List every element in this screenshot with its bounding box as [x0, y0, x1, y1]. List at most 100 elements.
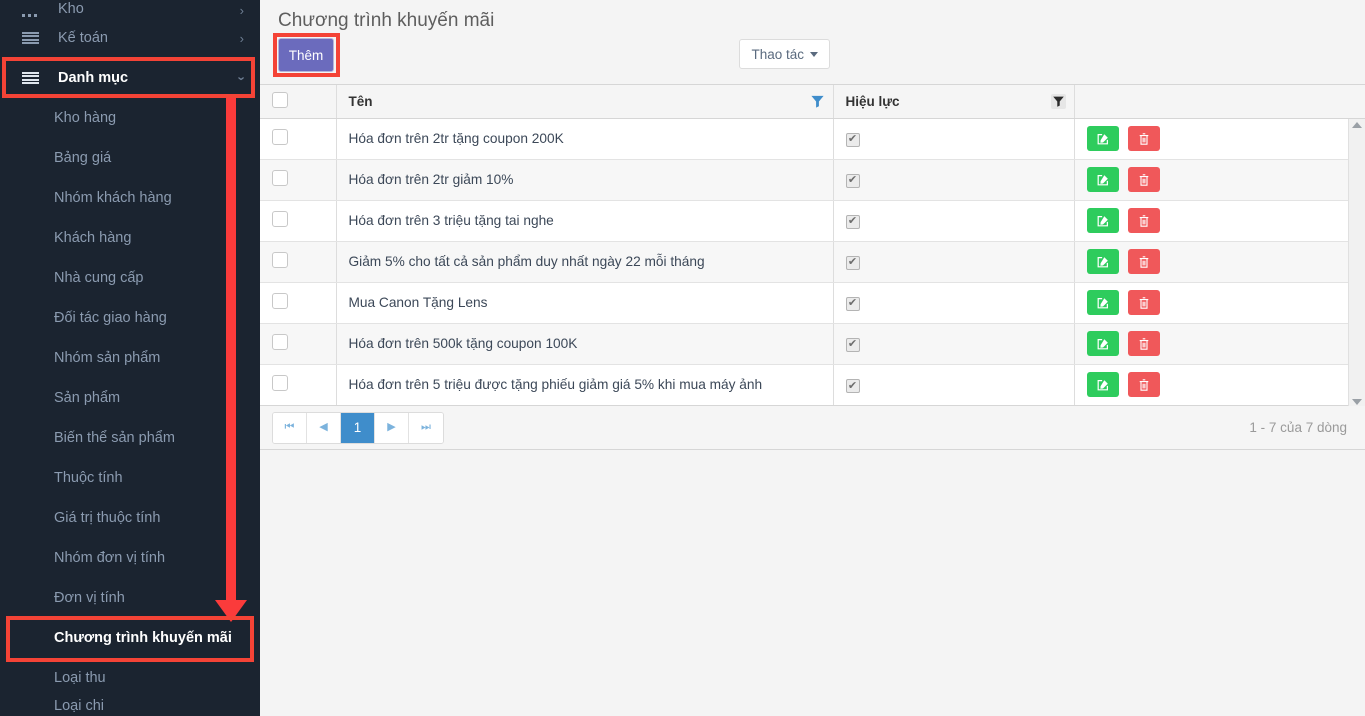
- sidebar-item-label: Danh mục: [58, 70, 129, 86]
- pagination: ⏮ ◀ 1 ▶ ⏭: [272, 411, 444, 444]
- effective-checkbox: ✔: [845, 173, 860, 188]
- row-name-cell: Mua Canon Tặng Lens: [336, 282, 834, 324]
- page-next-button[interactable]: ▶: [375, 412, 409, 443]
- list-icon: [22, 31, 39, 45]
- sidebar-item-kho-hang[interactable]: Kho hàng: [0, 98, 260, 138]
- trash-icon[interactable]: [1128, 126, 1161, 151]
- sidebar-item-gia-tri-thuoc-tinh[interactable]: Giá trị thuộc tính: [0, 498, 260, 538]
- page-prev-button[interactable]: ◀: [307, 412, 341, 443]
- table-row[interactable]: Mua Canon Tặng Lens ✔: [260, 282, 1365, 324]
- row-select-cell: [260, 241, 337, 283]
- sidebar-item-loai-thu[interactable]: Loại thu: [0, 658, 260, 698]
- sidebar-item-doi-tac-giao-hang[interactable]: Đối tác giao hàng: [0, 298, 260, 338]
- row-checkbox[interactable]: [272, 170, 288, 186]
- trash-icon[interactable]: [1128, 372, 1161, 398]
- header-select-all-cell: [260, 85, 337, 119]
- effective-checkbox: ✔: [845, 296, 860, 311]
- grid-vertical-scrollbar[interactable]: [1348, 119, 1365, 408]
- trash-icon[interactable]: [1128, 290, 1161, 315]
- grid-table: Tên Hiệu lực Hóa đơn trên 2tr tặng coupo…: [260, 85, 1365, 405]
- sidebar-item-thuoc-tinh[interactable]: Thuộc tính: [0, 458, 260, 498]
- sidebar-item-bang-gia[interactable]: Bảng giá: [0, 138, 260, 178]
- row-checkbox[interactable]: [272, 334, 288, 350]
- edit-pencil-square-icon[interactable]: [1086, 167, 1119, 192]
- row-name-cell: Hóa đơn trên 3 triệu tặng tai nghe: [336, 200, 834, 242]
- page-number-button[interactable]: 1: [341, 412, 375, 443]
- pagination-bar: ⏮ ◀ 1 ▶ ⏭ 1 - 7 của 7 dòng: [260, 406, 1365, 450]
- sidebar-item-nhom-san-pham[interactable]: Nhóm sản phẩm: [0, 338, 260, 378]
- sidebar-item-nha-cung-cap[interactable]: Nhà cung cấp: [0, 258, 260, 298]
- table-row[interactable]: Hóa đơn trên 500k tặng coupon 100K ✔: [260, 323, 1365, 365]
- effective-checkbox: ✔: [845, 337, 860, 352]
- row-actions-cell: [1074, 323, 1365, 365]
- trash-icon[interactable]: [1128, 331, 1161, 356]
- sidebar-item-chuong-trinh-khuyen-mai[interactable]: Chương trình khuyến mãi: [0, 618, 260, 658]
- sidebar-item-label: Bảng giá: [54, 150, 112, 166]
- table-row[interactable]: Giảm 5% cho tất cả sản phẩm duy nhất ngà…: [260, 241, 1365, 283]
- row-name-cell: Hóa đơn trên 2tr tặng coupon 200K: [336, 118, 834, 160]
- sidebar-item-nhom-don-vi-tinh[interactable]: Nhóm đơn vị tính: [0, 538, 260, 578]
- trash-icon[interactable]: [1128, 167, 1161, 192]
- row-effective-cell: ✔: [833, 364, 1075, 405]
- page-first-icon: ⏮: [284, 421, 295, 433]
- edit-pencil-square-icon[interactable]: [1086, 372, 1119, 398]
- sidebar-item-san-pham[interactable]: Sản phẩm: [0, 378, 260, 418]
- edit-pencil-square-icon[interactable]: [1086, 249, 1119, 274]
- row-checkbox[interactable]: [272, 211, 288, 227]
- sidebar-item-label: Loại chi: [54, 698, 104, 714]
- row-checkbox[interactable]: [272, 129, 288, 145]
- actions-dropdown-label: Thao tác: [751, 46, 804, 62]
- edit-pencil-square-icon[interactable]: [1086, 208, 1119, 233]
- table-row[interactable]: Hóa đơn trên 2tr tặng coupon 200K ✔: [260, 118, 1365, 160]
- row-name-cell: Hóa đơn trên 2tr giảm 10%: [336, 159, 834, 201]
- table-row[interactable]: Hóa đơn trên 5 triệu được tặng phiếu giả…: [260, 364, 1365, 405]
- table-row[interactable]: Hóa đơn trên 3 triệu tặng tai nghe ✔: [260, 200, 1365, 242]
- page-last-button[interactable]: ⏭: [409, 412, 443, 443]
- row-effective-cell: ✔: [833, 200, 1075, 242]
- edit-pencil-square-icon[interactable]: [1086, 126, 1119, 151]
- page-title: Chương trình khuyến mãi: [278, 10, 495, 31]
- sidebar-item-kho[interactable]: Kho ›: [0, 0, 260, 18]
- page-next-icon: ▶: [387, 421, 396, 433]
- sidebar-item-loai-chi[interactable]: Loại chi: [0, 698, 260, 714]
- trash-icon[interactable]: [1128, 249, 1161, 274]
- trash-icon[interactable]: [1128, 208, 1161, 233]
- sidebar-item-nhom-khach-hang[interactable]: Nhóm khách hàng: [0, 178, 260, 218]
- row-select-cell: [260, 323, 337, 365]
- page-prev-icon: ◀: [319, 421, 328, 433]
- row-select-cell: [260, 282, 337, 324]
- row-checkbox[interactable]: [272, 252, 288, 268]
- row-actions-cell: [1074, 364, 1365, 405]
- sidebar-item-khach-hang[interactable]: Khách hàng: [0, 218, 260, 258]
- row-actions-cell: [1074, 282, 1365, 324]
- row-effective-cell: ✔: [833, 323, 1075, 365]
- sidebar-item-danh-muc[interactable]: Danh mục ›: [0, 58, 260, 98]
- add-button[interactable]: Thêm: [278, 38, 334, 72]
- grid-header-row: Tên Hiệu lực: [260, 85, 1365, 119]
- column-header-label: Hiệu lực: [845, 93, 900, 109]
- scroll-down-arrow-icon[interactable]: [1352, 399, 1362, 405]
- page-first-button[interactable]: ⏮: [273, 412, 307, 443]
- select-all-checkbox[interactable]: [272, 91, 288, 108]
- table-row[interactable]: Hóa đơn trên 2tr giảm 10% ✔: [260, 159, 1365, 201]
- funnel-filter-icon[interactable]: [810, 94, 825, 109]
- sidebar-item-ke-toan[interactable]: Kế toán ›: [0, 18, 260, 58]
- toolbar: Thêm Thao tác: [260, 33, 1365, 84]
- funnel-filter-icon[interactable]: [1050, 94, 1066, 109]
- row-select-cell: [260, 364, 337, 405]
- header-effective-cell: Hiệu lực: [833, 85, 1075, 119]
- scroll-up-arrow-icon[interactable]: [1352, 122, 1362, 128]
- actions-dropdown-button[interactable]: Thao tác: [739, 39, 830, 69]
- sidebar-item-bien-the-san-pham[interactable]: Biến thể sản phẩm: [0, 418, 260, 458]
- edit-pencil-square-icon[interactable]: [1086, 290, 1119, 315]
- annotation-arrow-head: [215, 600, 247, 622]
- header-name-cell: Tên: [336, 85, 834, 119]
- row-checkbox[interactable]: [272, 293, 288, 309]
- edit-pencil-square-icon[interactable]: [1086, 331, 1119, 356]
- effective-checkbox: ✔: [845, 379, 860, 393]
- effective-checkbox: ✔: [845, 255, 860, 270]
- row-select-cell: [260, 200, 337, 242]
- pagination-info: 1 - 7 của 7 dòng: [1249, 420, 1347, 435]
- sidebar-item-label: Nhóm sản phẩm: [54, 350, 161, 366]
- row-checkbox[interactable]: [272, 375, 288, 392]
